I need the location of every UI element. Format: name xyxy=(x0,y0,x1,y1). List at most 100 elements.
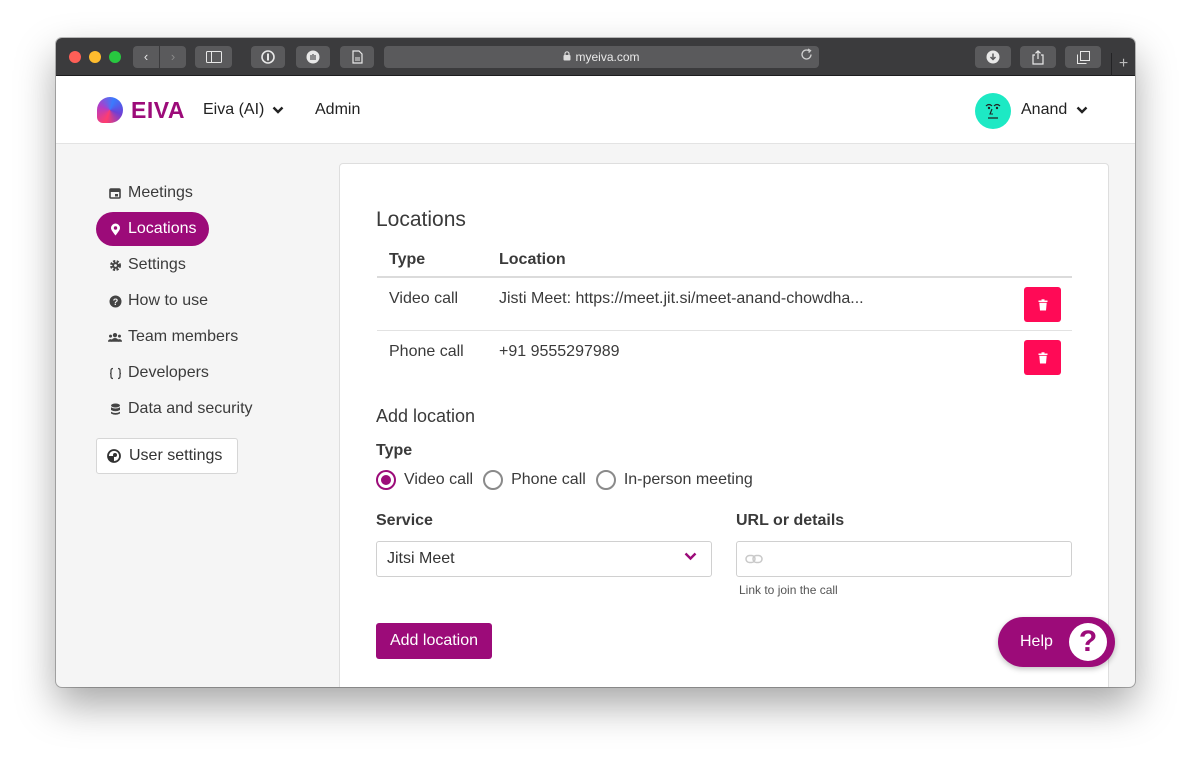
svg-text:?: ? xyxy=(112,297,118,307)
sidebar-item-label: Meetings xyxy=(128,184,193,201)
password-manager-icon xyxy=(261,50,275,64)
sidebar-item-meetings[interactable]: Meetings xyxy=(96,176,205,210)
avatar-face-icon xyxy=(985,103,1001,119)
users-icon xyxy=(108,330,122,344)
type-label: Type xyxy=(376,442,413,459)
sidebar-item-label: Developers xyxy=(128,364,209,381)
password-manager-button[interactable] xyxy=(251,46,285,68)
page-title: Locations xyxy=(376,208,466,231)
service-label: Service xyxy=(376,512,433,529)
radio-indicator xyxy=(595,470,616,490)
sidebar-item-data-and-security[interactable]: Data and security xyxy=(96,392,265,426)
reload-icon[interactable] xyxy=(800,48,813,64)
row-type: Video call xyxy=(389,290,459,307)
logo-text[interactable]: EIVA xyxy=(131,97,185,124)
delete-location-button[interactable] xyxy=(1024,340,1061,375)
add-location-heading: Add location xyxy=(376,406,476,426)
download-icon xyxy=(986,50,1000,64)
calendar-icon xyxy=(108,186,122,200)
help-label: Help xyxy=(1020,633,1053,650)
zoom-window-button[interactable] xyxy=(109,51,121,63)
user-settings-label: User settings xyxy=(129,447,223,464)
location-pin-icon xyxy=(108,222,122,236)
sidebar-toggle-button[interactable] xyxy=(195,46,232,68)
downloads-button[interactable] xyxy=(975,46,1011,68)
sidebar-item-label: Data and security xyxy=(128,400,253,417)
minimize-window-button[interactable] xyxy=(89,51,101,63)
share-button[interactable] xyxy=(1020,46,1056,68)
sidebar-item-label: How to use xyxy=(128,292,209,309)
hand-stop-icon xyxy=(306,50,320,64)
service-select[interactable]: Jitsi Meet xyxy=(376,541,712,577)
sidebar-item-settings[interactable]: Settings xyxy=(96,248,198,282)
help-button[interactable]: Help ? xyxy=(998,617,1115,667)
table-row: Video call Jisti Meet: https://meet.jit.… xyxy=(377,278,1072,331)
radio-in-person-meeting[interactable]: In-person meeting xyxy=(595,470,753,490)
history-nav: ‹ › xyxy=(133,46,186,68)
table-row: Phone call +91 9555297989 xyxy=(377,331,1072,384)
url-text: myeiva.com xyxy=(575,50,640,64)
tabs-icon xyxy=(1076,50,1090,64)
user-settings-button[interactable]: User settings xyxy=(96,438,238,474)
radio-label: In-person meeting xyxy=(623,471,753,488)
row-type: Phone call xyxy=(389,343,464,360)
address-bar[interactable]: myeiva.com xyxy=(384,46,819,68)
tab-overview-button[interactable] xyxy=(1065,46,1101,68)
chevron-down-icon xyxy=(1076,106,1088,114)
url-details-input[interactable] xyxy=(736,541,1072,577)
sidebar-item-label: Settings xyxy=(128,256,186,273)
radio-video-call[interactable]: Video call xyxy=(376,470,473,490)
extension-button[interactable] xyxy=(296,46,330,68)
row-location: Jisti Meet: https://meet.jit.si/meet-ana… xyxy=(499,290,864,307)
sidebar-item-locations[interactable]: Locations xyxy=(96,212,209,246)
user-name: Anand xyxy=(1021,101,1068,118)
sidebar-item-team-members[interactable]: Team members xyxy=(96,320,250,354)
delete-location-button[interactable] xyxy=(1024,287,1061,322)
locations-card: Locations Type Location Video call Jisti… xyxy=(339,163,1109,687)
question-icon: ? xyxy=(1069,623,1107,661)
sidebar-item-how-to-use[interactable]: ? How to use xyxy=(96,284,220,318)
radio-indicator xyxy=(376,470,396,490)
radio-label: Phone call xyxy=(511,471,586,488)
column-header-type: Type xyxy=(389,251,426,268)
reader-button[interactable] xyxy=(340,46,374,68)
type-radio-group: Video call Phone call In-person meeting xyxy=(376,470,753,490)
admin-link[interactable]: Admin xyxy=(315,101,360,119)
code-braces-icon xyxy=(108,366,122,380)
url-label: URL or details xyxy=(736,512,845,529)
browser-window: ‹ › myeiva.com + EIVA Eiva (AI) Admin An… xyxy=(56,38,1135,687)
table-header: Type Location xyxy=(377,244,1072,278)
question-circle-icon: ? xyxy=(108,294,122,308)
eiva-logo-icon[interactable] xyxy=(97,97,123,123)
chevron-down-icon xyxy=(272,106,284,114)
chevron-down-icon xyxy=(684,552,697,561)
lock-icon xyxy=(563,50,571,64)
avatar[interactable] xyxy=(975,93,1011,129)
user-settings-icon xyxy=(107,449,121,463)
user-menu[interactable]: Anand xyxy=(1021,101,1088,119)
sidebar-item-label: Locations xyxy=(128,220,197,237)
share-icon xyxy=(1032,49,1044,65)
document-icon xyxy=(351,50,363,64)
app-header: EIVA Eiva (AI) Admin Anand xyxy=(56,76,1135,144)
new-tab-button[interactable]: + xyxy=(1111,53,1135,76)
url-hint: Link to join the call xyxy=(739,583,838,597)
sidebar-nav: Meetings Locations Settings ? How to use… xyxy=(96,176,326,474)
gear-icon xyxy=(108,258,122,272)
forward-button[interactable]: › xyxy=(159,46,186,68)
column-header-location: Location xyxy=(499,251,566,268)
sidebar-item-label: Team members xyxy=(128,328,239,345)
org-switcher[interactable]: Eiva (AI) xyxy=(203,101,284,119)
sidebar-item-developers[interactable]: Developers xyxy=(96,356,221,390)
back-button[interactable]: ‹ xyxy=(133,46,159,68)
browser-toolbar: ‹ › myeiva.com + xyxy=(56,38,1135,76)
database-icon xyxy=(108,402,122,416)
org-label: Eiva (AI) xyxy=(203,101,265,118)
radio-phone-call[interactable]: Phone call xyxy=(483,470,586,490)
close-window-button[interactable] xyxy=(69,51,81,63)
trash-icon xyxy=(1038,351,1047,363)
add-location-button[interactable]: Add location xyxy=(376,623,492,659)
locations-table: Type Location Video call Jisti Meet: htt… xyxy=(377,244,1072,384)
trash-icon xyxy=(1038,298,1047,310)
radio-label: Video call xyxy=(404,471,474,488)
